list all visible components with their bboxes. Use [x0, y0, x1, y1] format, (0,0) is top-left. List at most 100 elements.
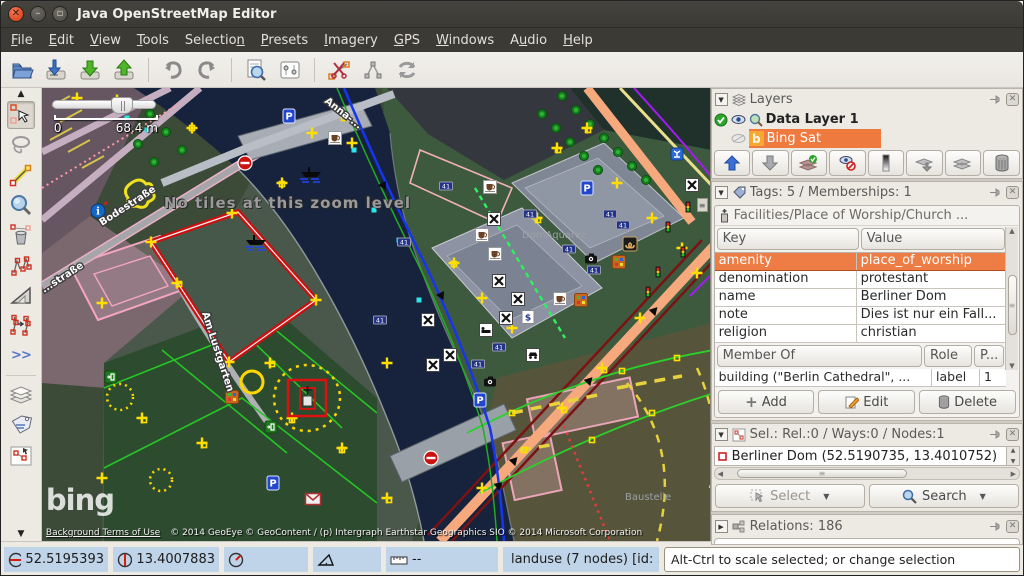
expand-icon[interactable]: ▶: [715, 520, 728, 533]
add-tag-button[interactable]: +Add: [718, 390, 815, 414]
minimize-button[interactable]: –: [30, 6, 46, 22]
selection-h-scrollbar[interactable]: ◀≡▶: [714, 467, 1020, 480]
refresh-button[interactable]: [392, 55, 422, 85]
tag-key[interactable]: amenity: [715, 253, 857, 270]
menu-tools[interactable]: Tools: [129, 31, 177, 50]
scroll-down-icon[interactable]: ▼: [18, 529, 25, 540]
tags-dialog-toggle[interactable]: [7, 412, 35, 440]
tag-key[interactable]: denomination: [715, 271, 857, 288]
parallel-tool[interactable]: [7, 311, 35, 339]
menu-edit[interactable]: Edit: [41, 31, 82, 50]
value-column-header[interactable]: Value: [861, 228, 1005, 250]
membership-row[interactable]: building ("Berlin Cathedral", ... label …: [715, 369, 1006, 387]
selection-panel-title: Sel.: Rel.:0 / Ways:0 / Nodes:1: [750, 427, 985, 442]
close-icon[interactable]: ✕: [1006, 428, 1019, 441]
map-canvas[interactable]: P 41: [42, 88, 711, 541]
split-node-tool[interactable]: [7, 251, 35, 279]
tag-row[interactable]: religionchristian: [715, 325, 1006, 343]
lasso-tool[interactable]: [7, 131, 35, 159]
dim-eye-icon[interactable]: [731, 133, 746, 144]
layer-down-button[interactable]: [752, 150, 789, 176]
selection-scrollbar[interactable]: ▲▼: [1006, 447, 1019, 465]
key-column-header[interactable]: Key: [717, 228, 859, 250]
delete-tag-button[interactable]: Delete: [919, 390, 1016, 414]
menu-imagery[interactable]: Imagery: [316, 31, 386, 50]
close-icon[interactable]: ✕: [1006, 520, 1019, 533]
tag-row[interactable]: noteDies ist nur ein Fall...: [715, 307, 1006, 325]
edit-tag-button[interactable]: Edit: [818, 390, 915, 414]
split-way-button[interactable]: [324, 55, 354, 85]
position-column-header[interactable]: P...: [974, 345, 1004, 367]
search-button[interactable]: [241, 55, 271, 85]
download-button[interactable]: [75, 55, 105, 85]
more-tools[interactable]: >>: [7, 341, 35, 369]
close-icon[interactable]: ✕: [1006, 186, 1019, 199]
menu-help[interactable]: Help: [555, 31, 601, 50]
download-current-button[interactable]: [41, 55, 71, 85]
pin-icon[interactable]: [989, 186, 1002, 199]
role-column-header[interactable]: Role: [924, 345, 972, 367]
layer-duplicate-button[interactable]: [945, 150, 982, 176]
close-button[interactable]: ✕: [8, 6, 24, 22]
zoom-slider-handle[interactable]: [111, 97, 133, 114]
layer-merge-button[interactable]: [906, 150, 943, 176]
redo-button[interactable]: [192, 55, 222, 85]
tag-row[interactable]: denominationprotestant: [715, 271, 1006, 289]
upload-button[interactable]: [109, 55, 139, 85]
delete-tool[interactable]: [7, 221, 35, 249]
collapse-icon[interactable]: ▼: [715, 428, 728, 441]
unglue-button[interactable]: [358, 55, 388, 85]
menu-view[interactable]: View: [82, 31, 129, 50]
collapse-icon[interactable]: ▼: [715, 186, 728, 199]
map-panel-toggle[interactable]: ≡: [697, 198, 708, 212]
visible-eye-icon[interactable]: [731, 114, 746, 125]
menu-presets[interactable]: Presets: [253, 31, 316, 50]
maximize-button[interactable]: ▫: [52, 6, 68, 22]
tag-value[interactable]: Berliner Dom: [857, 289, 1006, 306]
selection-dialog-toggle[interactable]: [7, 442, 35, 470]
tag-value[interactable]: Dies ist nur ein Fall...: [857, 307, 1006, 324]
pin-icon[interactable]: [989, 93, 1002, 106]
terms-of-use-link[interactable]: Background Terms of Use: [46, 528, 160, 538]
menu-audio[interactable]: Audio: [502, 31, 555, 50]
tag-row[interactable]: amenityplace_of_worship: [715, 253, 1006, 271]
memberof-column-header[interactable]: Member Of: [717, 345, 922, 367]
select-button[interactable]: Select▼: [715, 484, 865, 508]
open-button[interactable]: [7, 55, 37, 85]
select-tool[interactable]: [7, 101, 35, 129]
close-icon[interactable]: ✕: [1006, 93, 1019, 106]
preset-row[interactable]: Facilities/Place of Worship/Church ...: [715, 206, 1019, 226]
tag-value[interactable]: christian: [857, 325, 1006, 342]
layers-dialog-toggle[interactable]: [7, 382, 35, 410]
layer-opacity-button[interactable]: [868, 150, 905, 176]
layer-row-data[interactable]: Data Layer 1: [712, 110, 1022, 129]
scroll-up-icon[interactable]: ▲: [18, 89, 25, 100]
tag-key[interactable]: note: [715, 307, 857, 324]
menu-gps[interactable]: GPS: [386, 31, 428, 50]
angle-tool[interactable]: [7, 281, 35, 309]
layer-visibility-button[interactable]: [829, 150, 866, 176]
preferences-button[interactable]: [275, 55, 305, 85]
tag-row[interactable]: nameBerliner Dom: [715, 289, 1006, 307]
layer-delete-button[interactable]: [983, 150, 1020, 176]
selection-list-item[interactable]: Berliner Dom (52.5190735, 13.4010752) ▲▼: [714, 446, 1020, 466]
layer-row-imagery[interactable]: b Bing Sat: [712, 129, 1022, 148]
collapse-icon[interactable]: ▼: [715, 93, 728, 106]
tags-vertical-scrollbar[interactable]: ▲≡▼: [1005, 227, 1018, 370]
menu-windows[interactable]: Windows: [428, 31, 502, 50]
layer-up-button[interactable]: [714, 150, 751, 176]
menu-file[interactable]: File: [3, 31, 41, 50]
zoom-slider[interactable]: [52, 100, 156, 109]
tag-key[interactable]: name: [715, 289, 857, 306]
tag-value[interactable]: place_of_worship: [857, 253, 1006, 270]
layer-activate-button[interactable]: [791, 150, 828, 176]
zoom-tool[interactable]: [7, 191, 35, 219]
draw-tool[interactable]: [7, 161, 35, 189]
search-button-panel[interactable]: Search▼: [869, 484, 1019, 508]
pin-icon[interactable]: [989, 520, 1002, 533]
undo-button[interactable]: [158, 55, 188, 85]
tag-value[interactable]: protestant: [857, 271, 1006, 288]
pin-icon[interactable]: [989, 428, 1002, 441]
tag-key[interactable]: religion: [715, 325, 857, 342]
menu-selection[interactable]: Selection: [177, 31, 253, 50]
